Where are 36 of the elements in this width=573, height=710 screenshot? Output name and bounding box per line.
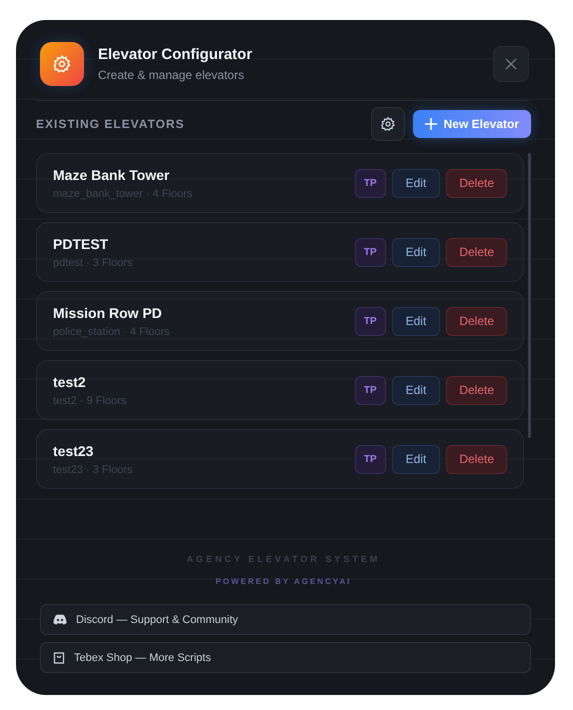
delete-button[interactable]: Delete bbox=[446, 238, 507, 266]
edit-button[interactable]: Edit bbox=[392, 444, 440, 474]
close-icon bbox=[505, 58, 517, 70]
controller-icon bbox=[53, 614, 67, 625]
gear-icon bbox=[52, 54, 72, 74]
window-title: Elevator Configurator bbox=[98, 46, 254, 63]
footer-link[interactable]: Discord — Support & Community bbox=[40, 604, 531, 635]
edit-button[interactable]: Edit bbox=[392, 238, 440, 266]
scrollbar[interactable] bbox=[528, 153, 531, 438]
teleport-button[interactable]: TP bbox=[354, 238, 386, 266]
delete-button[interactable]: Delete bbox=[446, 306, 507, 336]
elevator-name: Mission Row PD bbox=[53, 304, 163, 320]
settings-icon bbox=[380, 116, 396, 132]
teleport-button[interactable]: TP bbox=[354, 306, 386, 336]
teleport-button[interactable]: TP bbox=[354, 444, 386, 474]
teleport-button[interactable]: TP bbox=[354, 168, 386, 198]
plus-icon bbox=[424, 118, 437, 130]
window-subtitle: Create & manage elevators bbox=[98, 68, 246, 82]
elevator-name: PDTEST bbox=[53, 236, 110, 252]
delete-button[interactable]: Delete bbox=[446, 376, 507, 404]
edit-button[interactable]: Edit bbox=[392, 306, 440, 336]
delete-button[interactable]: Delete bbox=[446, 168, 507, 198]
teleport-button[interactable]: TP bbox=[354, 376, 386, 404]
edit-button[interactable]: Edit bbox=[392, 168, 440, 198]
elevator-name: Maze Bank Tower bbox=[53, 166, 170, 182]
edit-button[interactable]: Edit bbox=[392, 376, 440, 404]
elevator-name: test2 bbox=[53, 374, 87, 390]
footer-link[interactable]: Tebex Shop — More Scripts bbox=[40, 642, 531, 673]
elevator-name: test23 bbox=[53, 442, 94, 458]
section-title: EXISTING ELEVATORS bbox=[36, 117, 186, 131]
settings-button[interactable] bbox=[370, 107, 405, 141]
delete-button[interactable]: Delete bbox=[446, 444, 507, 474]
new-elevator-button[interactable]: New Elevator bbox=[412, 110, 531, 138]
footer-credit: POWERED BY AGENCYAI bbox=[214, 577, 352, 586]
close-button[interactable] bbox=[493, 46, 529, 82]
bag-icon bbox=[53, 652, 65, 664]
